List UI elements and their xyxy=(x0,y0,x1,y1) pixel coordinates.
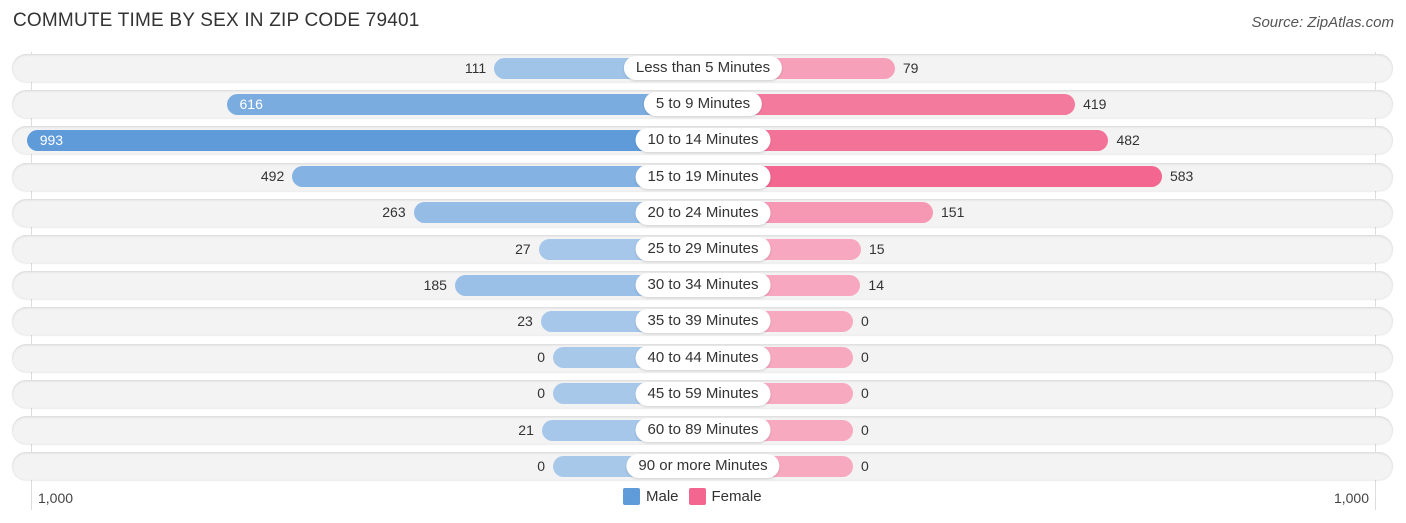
legend-label-male: Male xyxy=(646,488,679,505)
value-label-female: 15 xyxy=(868,240,885,257)
legend-label-female: Female xyxy=(711,488,762,505)
legend-item-female[interactable]: Female xyxy=(688,488,762,505)
axis-left-label: 1,000 xyxy=(38,490,74,506)
legend: Male Female xyxy=(623,488,772,505)
value-label-female: 0 xyxy=(861,457,869,474)
value-label-female: 14 xyxy=(868,276,884,293)
value-label-female: 482 xyxy=(1116,131,1140,148)
legend-swatch-female xyxy=(688,488,706,505)
value-label-male: 0 xyxy=(537,385,545,402)
category-label: 5 to 9 Minutes xyxy=(643,92,763,117)
value-label-male: 263 xyxy=(382,204,406,221)
value-label-male: 0 xyxy=(537,457,545,474)
bar-female[interactable] xyxy=(703,166,1162,188)
value-label-male: 185 xyxy=(423,276,447,293)
axis-right-label: 1,000 xyxy=(1333,490,1369,506)
value-label-male: 616 xyxy=(239,95,263,112)
category-label: 30 to 34 Minutes xyxy=(635,273,771,298)
category-label: 15 to 19 Minutes xyxy=(635,164,771,189)
category-label: 35 to 39 Minutes xyxy=(635,309,771,334)
value-label-female: 0 xyxy=(861,385,869,402)
category-label: Less than 5 Minutes xyxy=(623,56,783,80)
value-label-male: 23 xyxy=(517,312,533,329)
legend-item-male[interactable]: Male xyxy=(623,488,679,505)
value-label-male: 492 xyxy=(260,168,285,185)
category-label: 60 to 89 Minutes xyxy=(635,418,771,442)
category-label: 10 to 14 Minutes xyxy=(635,128,771,153)
value-label-female: 0 xyxy=(861,421,869,438)
category-label: 40 to 44 Minutes xyxy=(635,345,771,370)
value-label-male: 0 xyxy=(537,349,545,366)
value-label-female: 151 xyxy=(941,204,965,221)
category-label: 90 or more Minutes xyxy=(626,454,780,479)
value-label-female: 0 xyxy=(861,312,869,329)
category-label: 25 to 29 Minutes xyxy=(635,237,771,261)
value-label-male: 993 xyxy=(39,131,64,148)
value-label-male: 21 xyxy=(518,421,534,438)
category-label: 45 to 59 Minutes xyxy=(635,381,771,406)
category-label: 20 to 24 Minutes xyxy=(635,200,771,225)
value-label-female: 0 xyxy=(861,349,869,366)
value-label-male: 27 xyxy=(515,240,531,257)
value-label-female: 583 xyxy=(1169,168,1194,185)
chart-area: Less than 5 Minutes 111 79 5 to 9 Minutes 61… xyxy=(0,0,1406,523)
legend-swatch-male xyxy=(623,488,640,505)
bar-male[interactable] xyxy=(226,93,703,115)
value-label-male: 111 xyxy=(464,59,487,76)
value-label-female: 419 xyxy=(1083,95,1107,112)
value-label-female: 79 xyxy=(902,59,919,76)
bar-male[interactable] xyxy=(26,129,703,151)
